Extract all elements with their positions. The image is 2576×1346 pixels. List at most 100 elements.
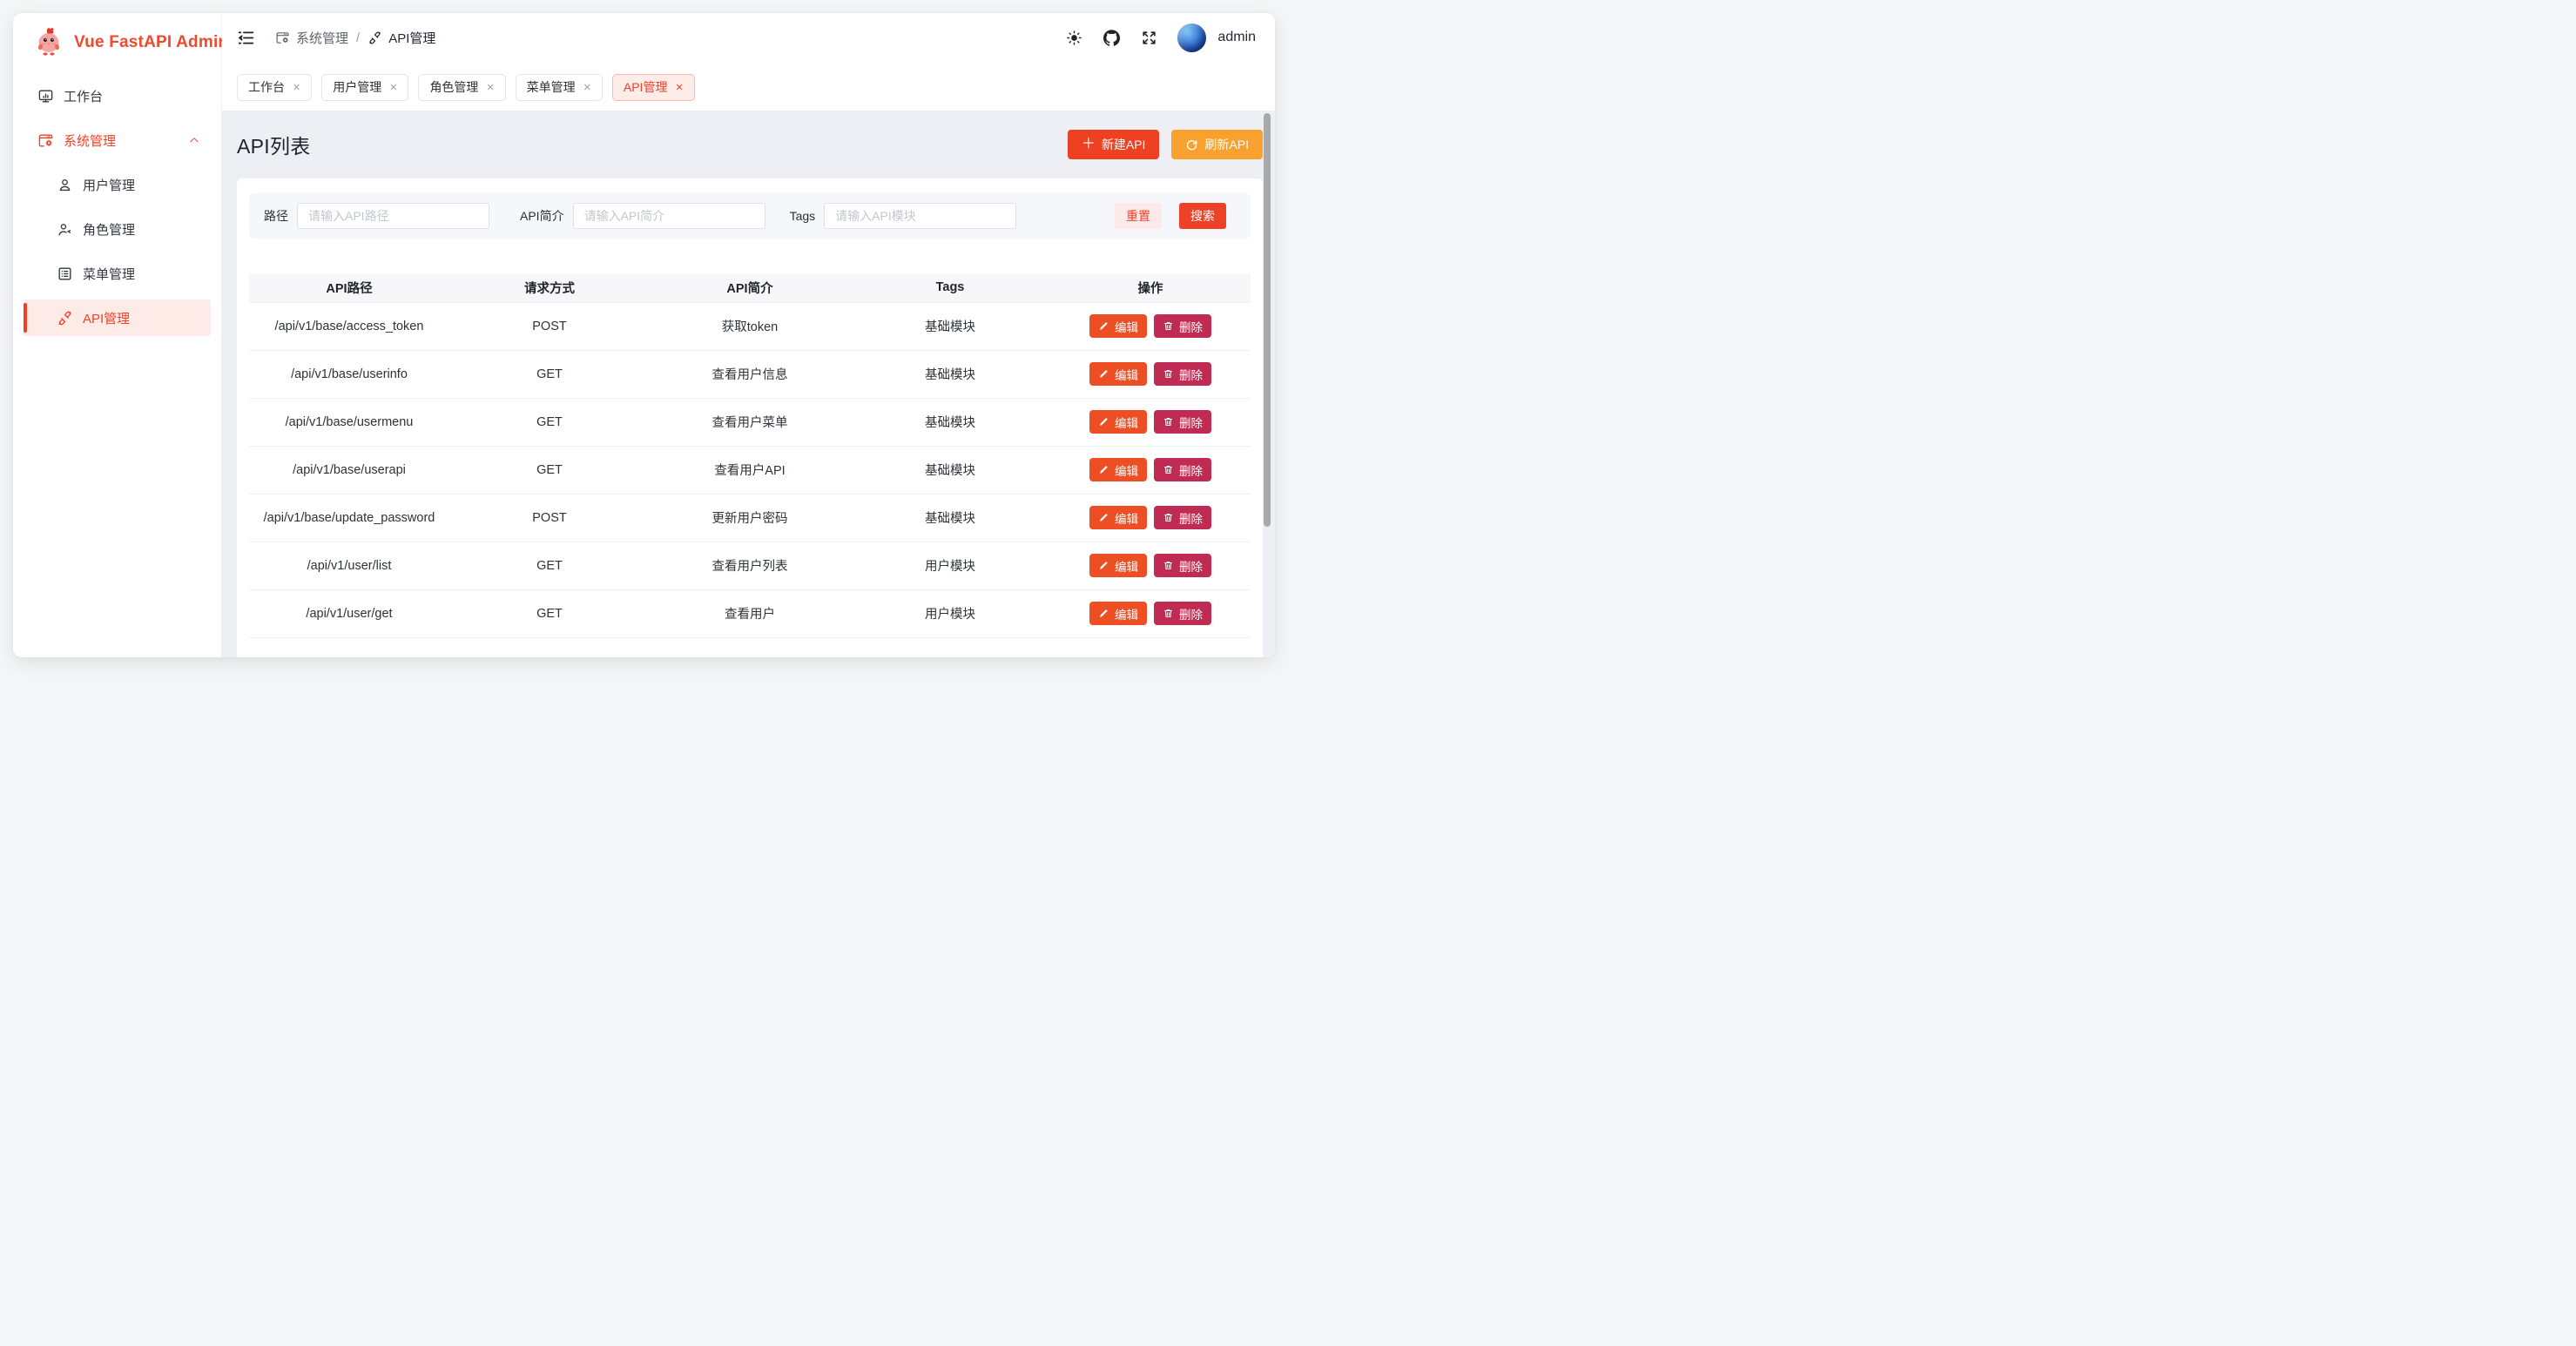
- sidebar-item-label: 菜单管理: [83, 265, 202, 283]
- trash-icon: [1163, 320, 1174, 332]
- api-table: API路径 请求方式 API简介 Tags 操作 /api/v1/base/ac…: [249, 273, 1251, 638]
- edit-button[interactable]: 编辑: [1089, 410, 1147, 434]
- tab-close-icon[interactable]: ✕: [486, 82, 494, 93]
- edit-button[interactable]: 编辑: [1089, 314, 1147, 338]
- breadcrumb-label: 系统管理: [296, 29, 348, 47]
- delete-button[interactable]: 删除: [1154, 362, 1211, 386]
- summary-filter-input[interactable]: [573, 203, 765, 229]
- menu-list-icon: [57, 266, 73, 282]
- role-icon: [57, 221, 73, 238]
- edit-button-label: 编辑: [1115, 414, 1138, 431]
- edit-button[interactable]: 编辑: [1089, 506, 1147, 529]
- edit-button-label: 编辑: [1115, 605, 1138, 623]
- trash-icon: [1163, 512, 1174, 523]
- sidebar-item-users[interactable]: 用户管理: [24, 166, 211, 203]
- tab-close-icon[interactable]: ✕: [389, 82, 397, 93]
- edit-button-label: 编辑: [1115, 461, 1138, 479]
- github-icon[interactable]: [1103, 29, 1120, 46]
- pencil-icon: [1098, 464, 1109, 475]
- create-api-button[interactable]: ＋ 新建API: [1068, 130, 1160, 159]
- tab-label: 角色管理: [429, 78, 478, 96]
- cell-tags: 基础模块: [850, 302, 1050, 350]
- table-row: /api/v1/base/usermenuGET查看用户菜单基础模块编辑删除: [249, 398, 1251, 446]
- cell-summary: 查看用户列表: [650, 542, 850, 589]
- pencil-icon: [1098, 416, 1109, 427]
- edit-button[interactable]: 编辑: [1089, 458, 1147, 481]
- tab-menus[interactable]: 菜单管理 ✕: [516, 74, 603, 101]
- cell-tags: 基础模块: [850, 350, 1050, 398]
- breadcrumb-separator: /: [356, 30, 360, 45]
- sidebar-item-menus[interactable]: 菜单管理: [24, 255, 211, 292]
- delete-button[interactable]: 删除: [1154, 554, 1211, 577]
- breadcrumb-item-api[interactable]: API管理: [368, 29, 435, 47]
- theme-toggle-sun-icon[interactable]: [1065, 29, 1082, 46]
- pencil-icon: [1098, 320, 1109, 332]
- refresh-icon: [1185, 138, 1198, 151]
- cell-path: /api/v1/base/access_token: [249, 302, 449, 350]
- cell-actions: 编辑删除: [1050, 302, 1251, 350]
- tags-filter-input[interactable]: [824, 203, 1016, 229]
- system-gear-icon: [275, 30, 290, 45]
- pencil-icon: [1098, 368, 1109, 380]
- edit-button[interactable]: 编辑: [1089, 362, 1147, 386]
- column-header-tags: Tags: [850, 273, 1050, 302]
- path-filter-input[interactable]: [297, 203, 489, 229]
- page-header: API列表 ＋ 新建API 刷新API: [237, 111, 1263, 178]
- create-api-label: 新建API: [1102, 136, 1146, 153]
- edit-button[interactable]: 编辑: [1089, 602, 1147, 625]
- app-logo[interactable]: Vue FastAPI Admin: [13, 13, 221, 72]
- sidebar-submenu-system: 用户管理 角色管理 菜单管理: [24, 166, 211, 336]
- sidebar-item-roles[interactable]: 角色管理: [24, 211, 211, 247]
- sidebar-item-api[interactable]: API管理: [24, 299, 211, 336]
- tab-api[interactable]: API管理 ✕: [612, 74, 695, 101]
- edit-button-label: 编辑: [1115, 366, 1138, 383]
- api-plug-icon: [368, 30, 382, 45]
- breadcrumb-item-system[interactable]: 系统管理: [275, 29, 348, 47]
- tab-close-icon[interactable]: ✕: [675, 82, 683, 93]
- cell-summary: 查看用户API: [650, 446, 850, 494]
- tab-close-icon[interactable]: ✕: [583, 82, 591, 93]
- cell-tags: 基础模块: [850, 398, 1050, 446]
- chick-logo-icon: [32, 24, 65, 62]
- refresh-api-button[interactable]: 刷新API: [1171, 130, 1263, 159]
- reset-button[interactable]: 重置: [1115, 203, 1162, 229]
- main-area: 系统管理 / API管理 admin: [222, 13, 1275, 657]
- sidebar-item-label: API管理: [83, 309, 202, 327]
- delete-button[interactable]: 删除: [1154, 506, 1211, 529]
- tab-roles[interactable]: 角色管理 ✕: [418, 74, 505, 101]
- table-header-row: API路径 请求方式 API简介 Tags 操作: [249, 273, 1251, 302]
- column-header-summary: API简介: [650, 273, 850, 302]
- edit-button[interactable]: 编辑: [1089, 554, 1147, 577]
- sidebar-item-workbench[interactable]: 工作台: [24, 77, 211, 114]
- search-button[interactable]: 搜索: [1179, 203, 1226, 229]
- delete-button[interactable]: 删除: [1154, 458, 1211, 481]
- system-gear-icon: [37, 132, 54, 149]
- vertical-scrollbar-thumb[interactable]: [1264, 113, 1271, 527]
- sidebar-menu: 工作台 系统管理 用户管理: [13, 72, 221, 349]
- delete-button[interactable]: 删除: [1154, 602, 1211, 625]
- sidebar-collapse-icon[interactable]: [237, 28, 256, 47]
- pencil-icon: [1098, 512, 1109, 523]
- filter-bar: 路径 API简介 Tags 重置 搜索: [249, 193, 1251, 239]
- trash-icon: [1163, 368, 1174, 380]
- delete-button[interactable]: 删除: [1154, 314, 1211, 338]
- api-plug-icon: [57, 310, 73, 326]
- tab-label: 工作台: [248, 78, 285, 96]
- cell-method: GET: [449, 350, 650, 398]
- fullscreen-icon[interactable]: [1140, 29, 1157, 46]
- monitor-icon: [37, 88, 54, 104]
- column-header-actions: 操作: [1050, 273, 1251, 302]
- trash-icon: [1163, 416, 1174, 427]
- cell-tags: 用户模块: [850, 589, 1050, 637]
- tab-users[interactable]: 用户管理 ✕: [321, 74, 408, 101]
- delete-button[interactable]: 删除: [1154, 410, 1211, 434]
- sidebar-item-system[interactable]: 系统管理: [24, 122, 211, 158]
- tab-workbench[interactable]: 工作台 ✕: [237, 74, 312, 101]
- user-avatar[interactable]: [1177, 24, 1206, 52]
- pencil-icon: [1098, 560, 1109, 571]
- username-label[interactable]: admin: [1217, 30, 1256, 45]
- tab-label: API管理: [624, 78, 668, 96]
- app-window: Vue FastAPI Admin 工作台 系统管理: [13, 13, 1275, 657]
- tab-close-icon[interactable]: ✕: [293, 82, 300, 93]
- delete-button-label: 删除: [1179, 366, 1203, 383]
